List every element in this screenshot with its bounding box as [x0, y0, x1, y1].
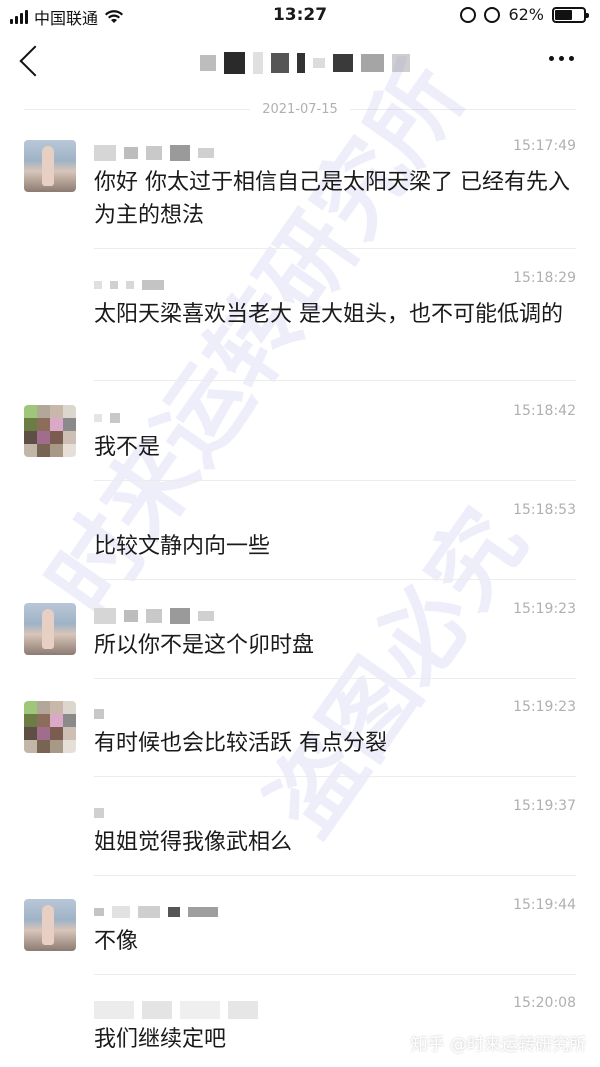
sender-name-pixelated: [94, 804, 104, 822]
message-divider: [94, 480, 576, 481]
message-time: 15:19:23: [513, 699, 576, 715]
chat-message[interactable]: 15:20:08 我们继续定吧: [0, 989, 600, 1067]
battery-icon: [552, 6, 589, 23]
chat-title-pixelated: [200, 50, 410, 76]
chat-message[interactable]: 15:18:42 我不是: [0, 397, 600, 490]
message-text: 姐姐觉得我像武相么: [94, 830, 293, 855]
chat-message[interactable]: 15:19:23 有时候也会比较活跃 有点分裂: [0, 693, 600, 786]
message-time: 15:17:49: [513, 138, 576, 154]
sender-name-pixelated: [94, 276, 164, 294]
avatar-b[interactable]: [24, 701, 76, 753]
chat-message[interactable]: 15:18:29 太阳天梁喜欢当老大 是大姐头，也不可能低调的: [0, 264, 600, 390]
avatar-a[interactable]: [24, 140, 76, 192]
message-text: 不像: [94, 929, 139, 954]
chat-message[interactable]: 15:19:44 不像: [0, 891, 600, 984]
battery-percent: 62%: [508, 5, 544, 24]
message-time: 15:18:29: [513, 270, 576, 286]
avatar-a[interactable]: [24, 603, 76, 655]
message-text: 我不是: [94, 435, 161, 460]
message-time: 15:19:23: [513, 601, 576, 617]
message-divider: [94, 875, 576, 876]
date-label: 2021-07-15: [262, 101, 338, 117]
chat-message[interactable]: 15:17:49 你好 你太过于相信自己是太阳天梁了 已经有先入为主的想法: [0, 132, 600, 258]
message-time: 15:20:08: [513, 995, 576, 1011]
message-divider: [94, 776, 576, 777]
sender-name-pixelated: [94, 903, 218, 921]
sender-name-pixelated: [94, 409, 120, 427]
message-time: 15:19:37: [513, 798, 576, 814]
message-divider: [94, 579, 576, 580]
sender-name-pixelated: [94, 705, 104, 723]
avatar-a[interactable]: [24, 899, 76, 951]
nav-bar: [0, 32, 600, 92]
message-divider: [94, 678, 576, 679]
message-text: 你好 你太过于相信自己是太阳天梁了 已经有先入为主的想法: [94, 170, 570, 228]
chat-message[interactable]: 15:19:37 姐姐觉得我像武相么: [0, 792, 600, 885]
message-time: 15:18:42: [513, 403, 576, 419]
date-separator: 2021-07-15: [24, 100, 576, 118]
message-text: 比较文静内向一些: [94, 534, 271, 559]
chat-message[interactable]: 15:19:23 所以你不是这个卯时盘: [0, 595, 600, 688]
avatar-b[interactable]: [24, 405, 76, 457]
sender-name-pixelated: [94, 607, 214, 625]
message-text: 太阳天梁喜欢当老大 是大姐头，也不可能低调的: [94, 302, 563, 327]
message-text: 有时候也会比较活跃 有点分裂: [94, 731, 387, 756]
more-icon[interactable]: [549, 56, 574, 61]
message-divider: [94, 248, 576, 249]
sender-name-pixelated: [94, 144, 214, 162]
chat-message[interactable]: 15:18:53 比较文静内向一些: [0, 496, 600, 589]
message-time: 15:19:44: [513, 897, 576, 913]
message-divider: [94, 380, 576, 381]
footer-watermark: 知乎 @时来运转研究所: [410, 1035, 586, 1055]
sender-name-pixelated: [94, 1001, 258, 1019]
status-bar: 中国联通 13:27 62%: [0, 0, 600, 30]
message-time: 15:18:53: [513, 502, 576, 518]
back-icon[interactable]: [19, 45, 51, 77]
alarm-icon: [484, 6, 501, 23]
message-text: 所以你不是这个卯时盘: [94, 633, 315, 658]
orientation-lock-icon: [460, 6, 477, 23]
message-divider: [94, 974, 576, 975]
